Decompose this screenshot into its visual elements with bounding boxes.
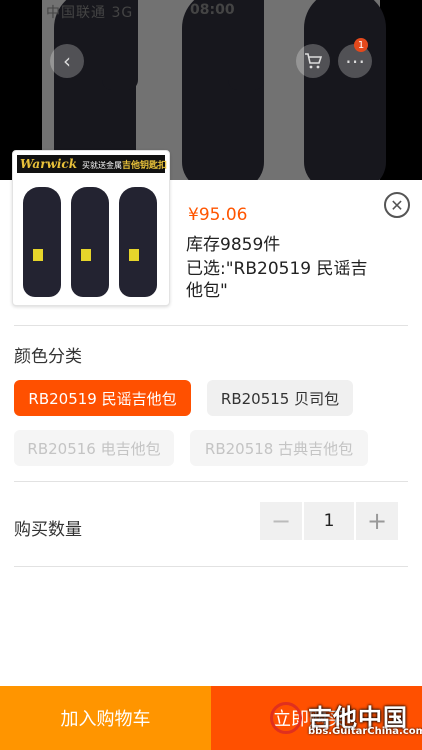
- close-icon: ✕: [390, 195, 404, 215]
- promo-text: 买就送金属吉他钥匙扣: [82, 160, 168, 171]
- watermark-logo-icon: [270, 702, 302, 734]
- product-price: ¥95.06: [188, 205, 248, 225]
- back-button[interactable]: ‹: [50, 44, 84, 78]
- cart-icon: [305, 53, 322, 69]
- cart-button[interactable]: [296, 44, 330, 78]
- close-button[interactable]: ✕: [384, 192, 410, 218]
- watermark-url: bbs.GuitarChina.com: [308, 726, 422, 737]
- color-section-title: 颜色分类: [14, 347, 82, 367]
- cart-count-badge: 1: [354, 38, 368, 52]
- color-option-rb20516: RB20516 电吉他包: [14, 430, 174, 466]
- thumbnail-banner: Warwick 买就送金属吉他钥匙扣: [17, 155, 168, 173]
- quantity-label: 购买数量: [14, 520, 82, 540]
- add-to-cart-button[interactable]: 加入购物车: [0, 686, 211, 750]
- color-option-rb20518: RB20518 古典吉他包: [190, 430, 368, 466]
- bag-image: [71, 187, 109, 297]
- selected-variant: 已选:"RB20519 民谣吉他包": [186, 259, 368, 301]
- bag-image: [119, 187, 157, 297]
- stock-count: 库存9859件: [186, 235, 281, 255]
- quantity-value[interactable]: 1: [304, 502, 354, 540]
- quantity-increase-button[interactable]: +: [356, 502, 398, 540]
- divider: [14, 481, 408, 482]
- divider: [14, 566, 408, 567]
- quantity-decrease-button[interactable]: −: [260, 502, 302, 540]
- brand-logo: Warwick: [20, 157, 78, 171]
- bag-image: [23, 187, 61, 297]
- more-icon: ⋯: [345, 49, 365, 73]
- quantity-stepper: − 1 +: [260, 502, 398, 540]
- chevron-left-icon: ‹: [63, 49, 71, 73]
- watermark: 吉他中国 bbs.GuitarChina.com: [268, 696, 422, 744]
- color-option-rb20515[interactable]: RB20515 贝司包: [207, 380, 353, 416]
- status-time: 08:00: [190, 2, 235, 18]
- product-thumbnail: Warwick 买就送金属吉他钥匙扣: [12, 150, 170, 306]
- carrier-status: 中国联通 3G: [46, 5, 134, 21]
- color-option-rb20519[interactable]: RB20519 民谣吉他包: [14, 380, 191, 416]
- divider: [14, 325, 408, 326]
